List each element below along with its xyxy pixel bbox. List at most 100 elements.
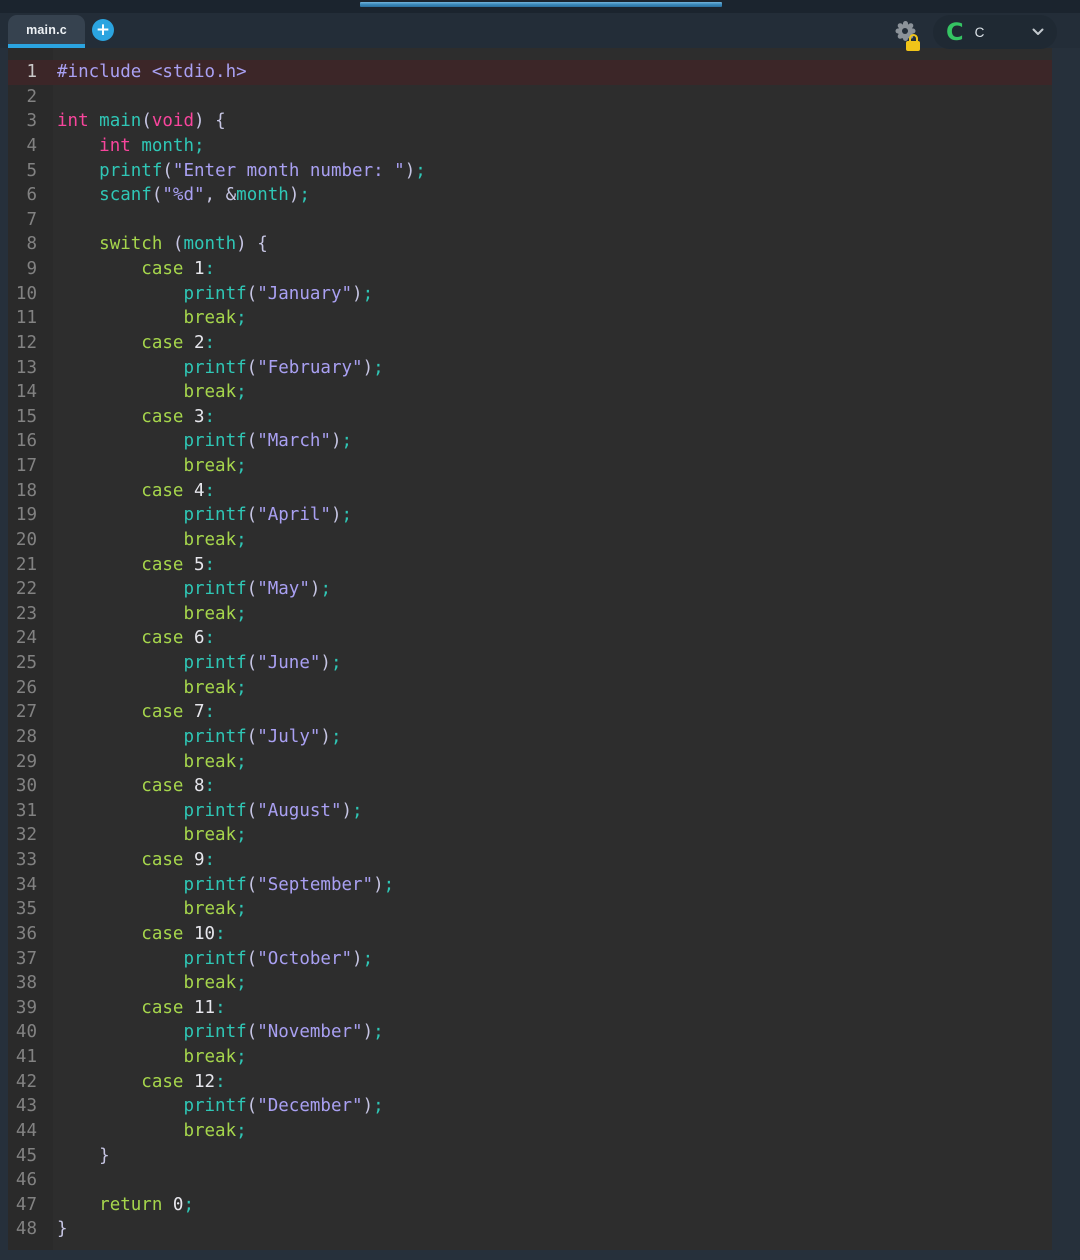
- new-tab-button[interactable]: +: [92, 19, 114, 41]
- code-text: printf("December");: [53, 1094, 384, 1119]
- code-line[interactable]: 32 break;: [8, 823, 1052, 848]
- code-line[interactable]: 17 break;: [8, 454, 1052, 479]
- code-line[interactable]: 16 printf("March");: [8, 429, 1052, 454]
- code-line[interactable]: 14 break;: [8, 380, 1052, 405]
- line-number: 20: [8, 528, 53, 553]
- code-line[interactable]: 38 break;: [8, 971, 1052, 996]
- line-number: 32: [8, 823, 53, 848]
- line-number: 25: [8, 651, 53, 676]
- code-text: switch (month) {: [53, 232, 268, 257]
- line-number: 17: [8, 454, 53, 479]
- code-line[interactable]: 34 printf("September");: [8, 873, 1052, 898]
- code-line[interactable]: 43 printf("December");: [8, 1094, 1052, 1119]
- line-number: 19: [8, 503, 53, 528]
- code-line[interactable]: 3int main(void) {: [8, 109, 1052, 134]
- tab-main-c[interactable]: main.c: [8, 15, 85, 44]
- code-line[interactable]: 22 printf("May");: [8, 577, 1052, 602]
- code-line[interactable]: 18 case 4:: [8, 479, 1052, 504]
- code-line[interactable]: 20 break;: [8, 528, 1052, 553]
- line-number: 27: [8, 700, 53, 725]
- code-line[interactable]: 13 printf("February");: [8, 356, 1052, 381]
- code-text: break;: [53, 528, 247, 553]
- line-number: 36: [8, 922, 53, 947]
- line-number: 37: [8, 947, 53, 972]
- code-line[interactable]: 4 int month;: [8, 134, 1052, 159]
- line-number: 38: [8, 971, 53, 996]
- line-number: 14: [8, 380, 53, 405]
- code-line[interactable]: 37 printf("October");: [8, 947, 1052, 972]
- code-line[interactable]: 24 case 6:: [8, 626, 1052, 651]
- code-line[interactable]: 28 printf("July");: [8, 725, 1052, 750]
- code-text: #include <stdio.h>: [53, 60, 247, 85]
- line-number: 42: [8, 1070, 53, 1095]
- code-line[interactable]: 29 break;: [8, 750, 1052, 775]
- line-number: 33: [8, 848, 53, 873]
- code-text: printf("July");: [53, 725, 342, 750]
- code-line[interactable]: 36 case 10:: [8, 922, 1052, 947]
- code-line[interactable]: 48}: [8, 1217, 1052, 1242]
- code-text: case 4:: [53, 479, 215, 504]
- code-text: break;: [53, 676, 247, 701]
- code-text: case 12:: [53, 1070, 226, 1095]
- code-line[interactable]: 1#include <stdio.h>: [8, 60, 1052, 85]
- line-number: 46: [8, 1168, 53, 1193]
- code-line[interactable]: 21 case 5:: [8, 553, 1052, 578]
- code-text: case 7:: [53, 700, 215, 725]
- code-text: printf("Enter month number: ");: [53, 159, 426, 184]
- code-text: printf("January");: [53, 282, 373, 307]
- code-line[interactable]: 5 printf("Enter month number: ");: [8, 159, 1052, 184]
- code-line[interactable]: 12 case 2:: [8, 331, 1052, 356]
- code-text: scanf("%d", &month);: [53, 183, 310, 208]
- line-number: 9: [8, 257, 53, 282]
- plus-icon: +: [96, 20, 110, 40]
- code-text: [53, 85, 57, 110]
- code-line[interactable]: 44 break;: [8, 1119, 1052, 1144]
- code-line[interactable]: 46: [8, 1168, 1052, 1193]
- code-line[interactable]: 10 printf("January");: [8, 282, 1052, 307]
- code-line[interactable]: 27 case 7:: [8, 700, 1052, 725]
- code-line[interactable]: 41 break;: [8, 1045, 1052, 1070]
- code-line[interactable]: 2: [8, 85, 1052, 110]
- line-number: 18: [8, 479, 53, 504]
- code-line[interactable]: 31 printf("August");: [8, 799, 1052, 824]
- code-line[interactable]: 19 printf("April");: [8, 503, 1052, 528]
- code-line[interactable]: 7: [8, 208, 1052, 233]
- code-line[interactable]: 47 return 0;: [8, 1193, 1052, 1218]
- code-line[interactable]: 42 case 12:: [8, 1070, 1052, 1095]
- line-number: 44: [8, 1119, 53, 1144]
- code-line[interactable]: 33 case 9:: [8, 848, 1052, 873]
- code-text: break;: [53, 823, 247, 848]
- code-line[interactable]: 40 printf("November");: [8, 1020, 1052, 1045]
- code-text: }: [53, 1217, 68, 1242]
- line-number: 22: [8, 577, 53, 602]
- line-number: 4: [8, 134, 53, 159]
- code-line[interactable]: 35 break;: [8, 897, 1052, 922]
- line-number: 48: [8, 1217, 53, 1242]
- code-line[interactable]: 8 switch (month) {: [8, 232, 1052, 257]
- code-text: break;: [53, 454, 247, 479]
- code-text: break;: [53, 1119, 247, 1144]
- code-line[interactable]: 45 }: [8, 1144, 1052, 1169]
- code-line[interactable]: 11 break;: [8, 306, 1052, 331]
- code-line[interactable]: 39 case 11:: [8, 996, 1052, 1021]
- line-number: 21: [8, 553, 53, 578]
- code-line[interactable]: 15 case 3:: [8, 405, 1052, 430]
- code-line[interactable]: 6 scanf("%d", &month);: [8, 183, 1052, 208]
- code-text: case 10:: [53, 922, 226, 947]
- code-line[interactable]: 26 break;: [8, 676, 1052, 701]
- line-number: 30: [8, 774, 53, 799]
- line-number: 6: [8, 183, 53, 208]
- language-selector[interactable]: C C: [933, 15, 1057, 49]
- line-number: 41: [8, 1045, 53, 1070]
- code-line[interactable]: 9 case 1:: [8, 257, 1052, 282]
- line-number: 35: [8, 897, 53, 922]
- code-editor[interactable]: 1#include <stdio.h>23int main(void) {4 i…: [8, 48, 1052, 1250]
- code-line[interactable]: 30 case 8:: [8, 774, 1052, 799]
- line-number: 16: [8, 429, 53, 454]
- code-line[interactable]: 25 printf("June");: [8, 651, 1052, 676]
- line-number: 31: [8, 799, 53, 824]
- code-text: printf("November");: [53, 1020, 384, 1045]
- code-line[interactable]: 23 break;: [8, 602, 1052, 627]
- code-text: int month;: [53, 134, 205, 159]
- code-text: printf("June");: [53, 651, 342, 676]
